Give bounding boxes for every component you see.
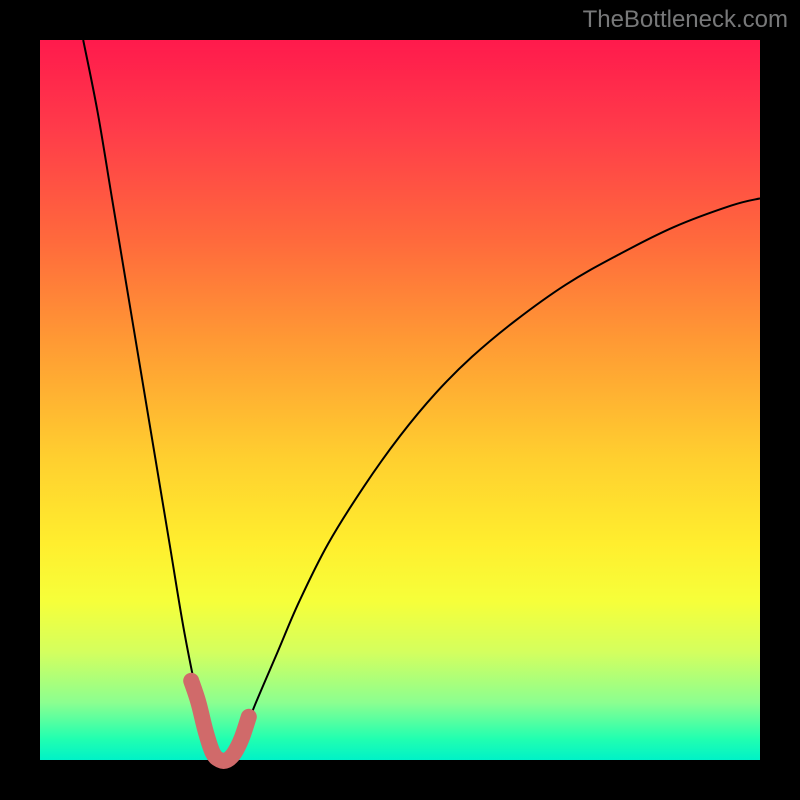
bottleneck-curve [83,40,760,761]
highlight-segment [191,681,249,761]
plot-area [40,40,760,760]
watermark-text: TheBottleneck.com [583,6,788,34]
chart-frame: TheBottleneck.com [0,0,800,800]
curve-svg [40,40,760,760]
